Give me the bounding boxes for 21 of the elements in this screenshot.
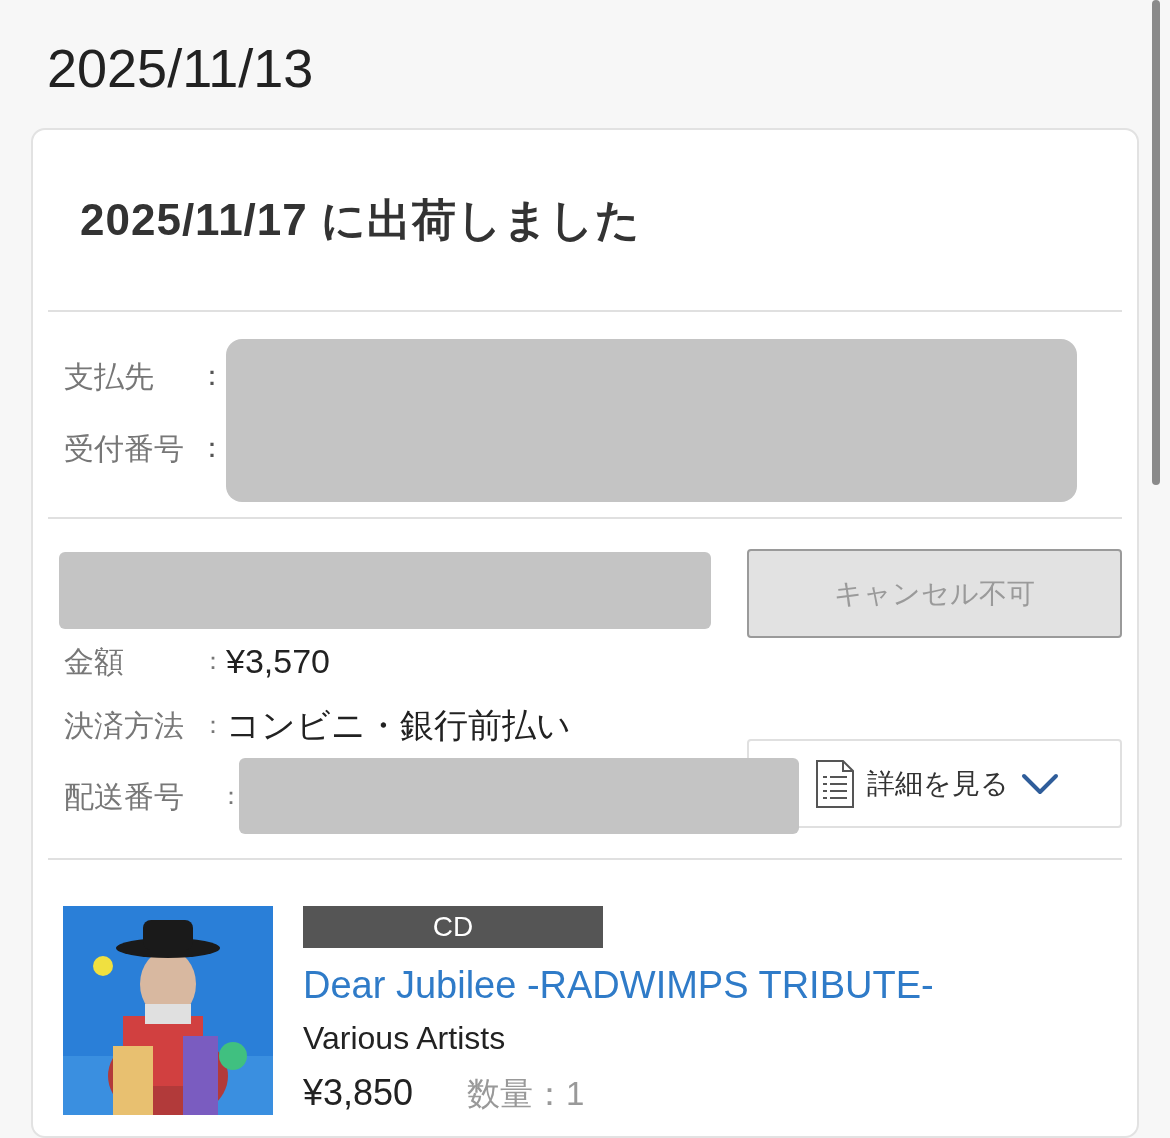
shipping-status: 2025/11/17 に出荷しました <box>80 194 641 246</box>
separator: ： <box>201 710 226 740</box>
artist-name: Various Artists <box>303 1019 507 1058</box>
field-label: 金額 <box>63 643 125 680</box>
field-label: 受付番号 <box>64 430 185 467</box>
separator: ： <box>198 431 226 465</box>
order-date: 2025/11/13 <box>46 37 315 100</box>
document-icon <box>815 758 855 809</box>
product-title-link[interactable]: Dear Jubilee -RADWIMPS TRIBUTE- <box>303 962 934 1008</box>
price: ¥3,850 <box>303 1071 414 1115</box>
scrollbar-thumb[interactable] <box>1152 0 1160 485</box>
separator: ： <box>198 359 226 393</box>
field-value: コンビニ・銀行前払い <box>226 704 571 746</box>
separator: ： <box>218 781 239 811</box>
field-label: 配送番号 <box>63 778 185 815</box>
field-label: 支払先 <box>64 358 155 395</box>
format-badge: CD <box>303 906 603 948</box>
quantity: 数量：1 <box>467 1074 585 1114</box>
separator: ： <box>201 646 226 676</box>
field-value: ¥3,570 <box>226 640 330 682</box>
field-label: 決済方法 <box>63 707 185 744</box>
